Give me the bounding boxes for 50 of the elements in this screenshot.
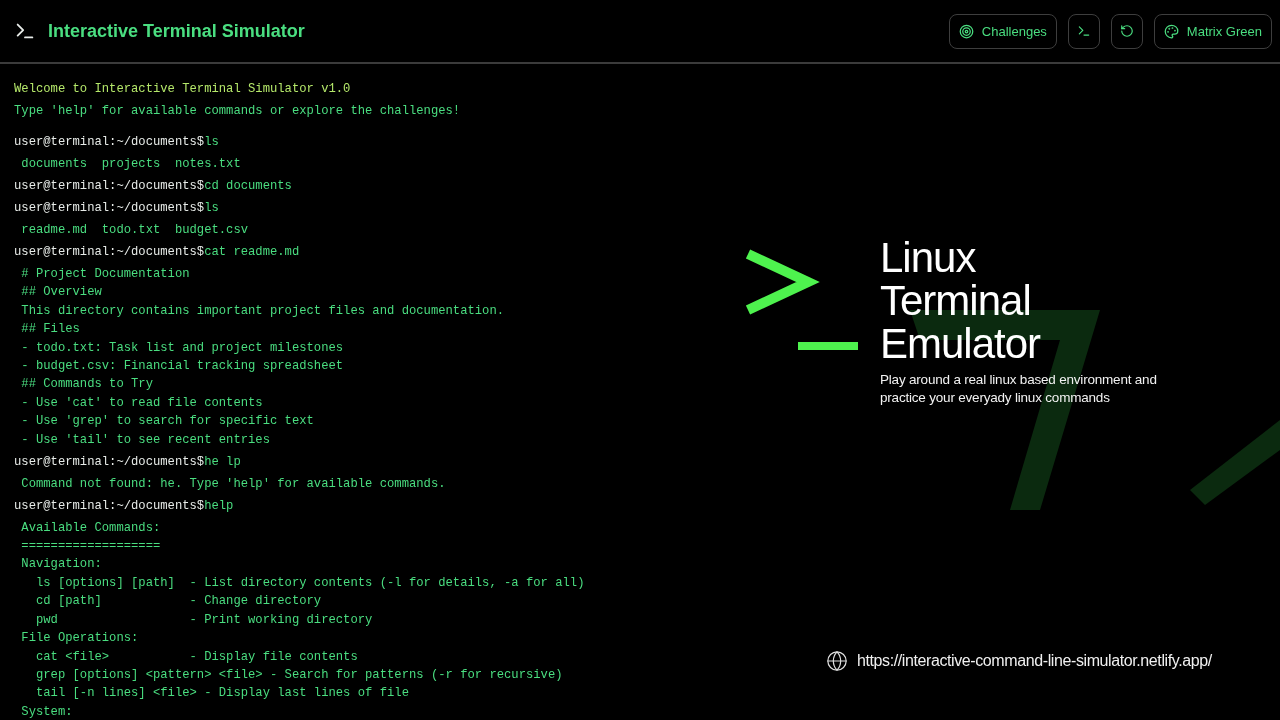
output-line: File Operations: [20, 630, 139, 648]
app-title: Interactive Terminal Simulator [48, 20, 305, 42]
output-line: This directory contains important project files and documentation. [20, 302, 505, 320]
output-line: Navigation: [20, 556, 102, 574]
promo-subtitle: Play around a real linux based environment and practice your everyady linux commands [880, 371, 1158, 407]
prompt-text: user@terminal:~/documents$ [14, 454, 205, 469]
output-line: pwd - Print working directory [34, 611, 373, 629]
welcome-text: Welcome to Interactive Terminal Simulator v1.0 [14, 81, 351, 98]
output-line: =================== [20, 538, 161, 556]
terminal-icon [1076, 24, 1091, 38]
output-line: tail [-n lines] <file> - Display last lines of file [34, 685, 409, 703]
command-text: cd documents [204, 179, 292, 193]
command-text: help [204, 498, 234, 513]
prompt-text: user@terminal:~/documents$ [14, 135, 205, 149]
output-line: ## Commands to Try [20, 376, 153, 394]
output-line: # Project Documentation [20, 266, 190, 283]
globe-icon [826, 650, 848, 672]
theme-button[interactable]: Matrix Green [1153, 13, 1272, 49]
welcome-text: Type 'help' for available commands or explore the challenges! [14, 103, 461, 120]
prompt-text: user@terminal:~/documents$ [14, 245, 205, 259]
palette-icon [1163, 23, 1179, 39]
output-line: - Use 'cat' to read file contents [20, 394, 263, 412]
command-text: ls [204, 135, 219, 149]
output-line: cd [path] - Change directory [34, 593, 322, 611]
output-line: documents projects notes.txt [20, 156, 241, 173]
url-text: https://interactive-command-line-simulator.netlify.app/ [857, 652, 1212, 670]
reset-icon [1119, 24, 1134, 38]
output-line: Available Commands: [20, 519, 161, 537]
command-text: ls [204, 201, 219, 215]
output-line: ls [options] [path] - List directory contents (-l for details, -a for all) [34, 574, 585, 592]
reset-button[interactable] [1110, 13, 1143, 49]
output-line: cat <file> - Display file contents [34, 648, 358, 666]
command-text: he lp [204, 454, 241, 469]
output-line: - Use 'grep' to search for specific text [20, 413, 314, 431]
prompt-text: user@terminal:~/documents$ [14, 179, 205, 193]
output-line: ## Files [20, 321, 80, 339]
output-line: - budget.csv: Financial tracking spreadsheet [20, 358, 344, 376]
output-line: - todo.txt: Task list and project milestones [20, 339, 344, 357]
prompt-text: user@terminal:~/documents$ [14, 498, 205, 513]
prompt-text: user@terminal:~/documents$ [14, 201, 205, 215]
output-line: System: [20, 703, 73, 720]
output-line: readme.md todo.txt budget.csv [20, 222, 249, 239]
command-text: cat readme.md [204, 245, 300, 259]
challenges-button[interactable]: Challenges [948, 13, 1057, 49]
output-line: - Use 'tail' to see recent entries [20, 431, 270, 449]
output-line: Command not found: he. Type 'help' for available commands. [20, 475, 446, 493]
target-icon [958, 23, 974, 39]
output-line: ## Overview [20, 284, 102, 302]
promo-title: Linux Terminal Emulator [880, 236, 1042, 365]
output-line: grep [options] <pattern> <file> - Search for patterns (-r for recursive) [34, 666, 563, 684]
